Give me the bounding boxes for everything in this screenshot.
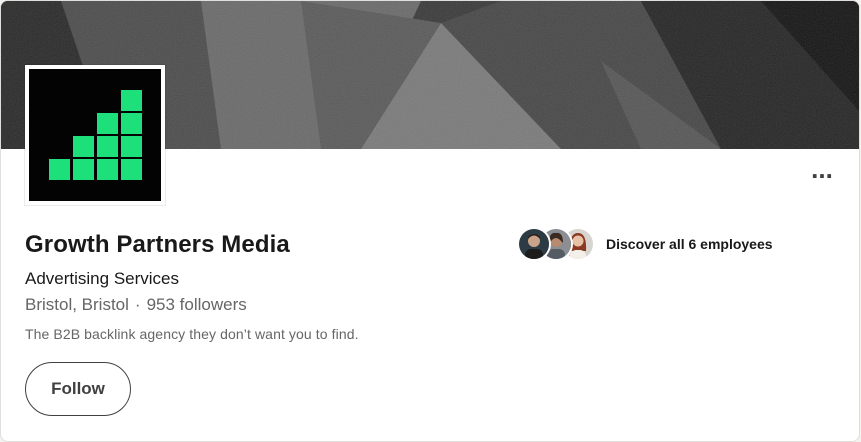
more-options-button[interactable]: ... <box>807 156 837 187</box>
employee-avatars <box>517 227 597 261</box>
company-tagline: The B2B backlink agency they don’t want … <box>25 326 359 342</box>
company-logo[interactable] <box>25 65 165 205</box>
follower-count: 953 followers <box>146 295 247 314</box>
company-location: Bristol, Bristol <box>25 295 129 314</box>
company-header-card: ... Growth Partners Media Advertising Se… <box>0 0 860 442</box>
company-meta: Bristol, Bristol · 953 followers <box>25 295 247 315</box>
follow-button[interactable]: Follow <box>25 362 131 416</box>
avatar <box>517 227 551 261</box>
company-name: Growth Partners Media <box>25 231 290 258</box>
company-industry: Advertising Services <box>25 269 180 288</box>
meta-separator: · <box>134 295 141 314</box>
logo-bar-chart-icon <box>29 69 161 201</box>
overflow-menu-icon: ... <box>811 154 833 184</box>
discover-employees-link[interactable]: Discover all 6 employees <box>517 227 773 261</box>
discover-employees-label: Discover all 6 employees <box>606 236 773 252</box>
